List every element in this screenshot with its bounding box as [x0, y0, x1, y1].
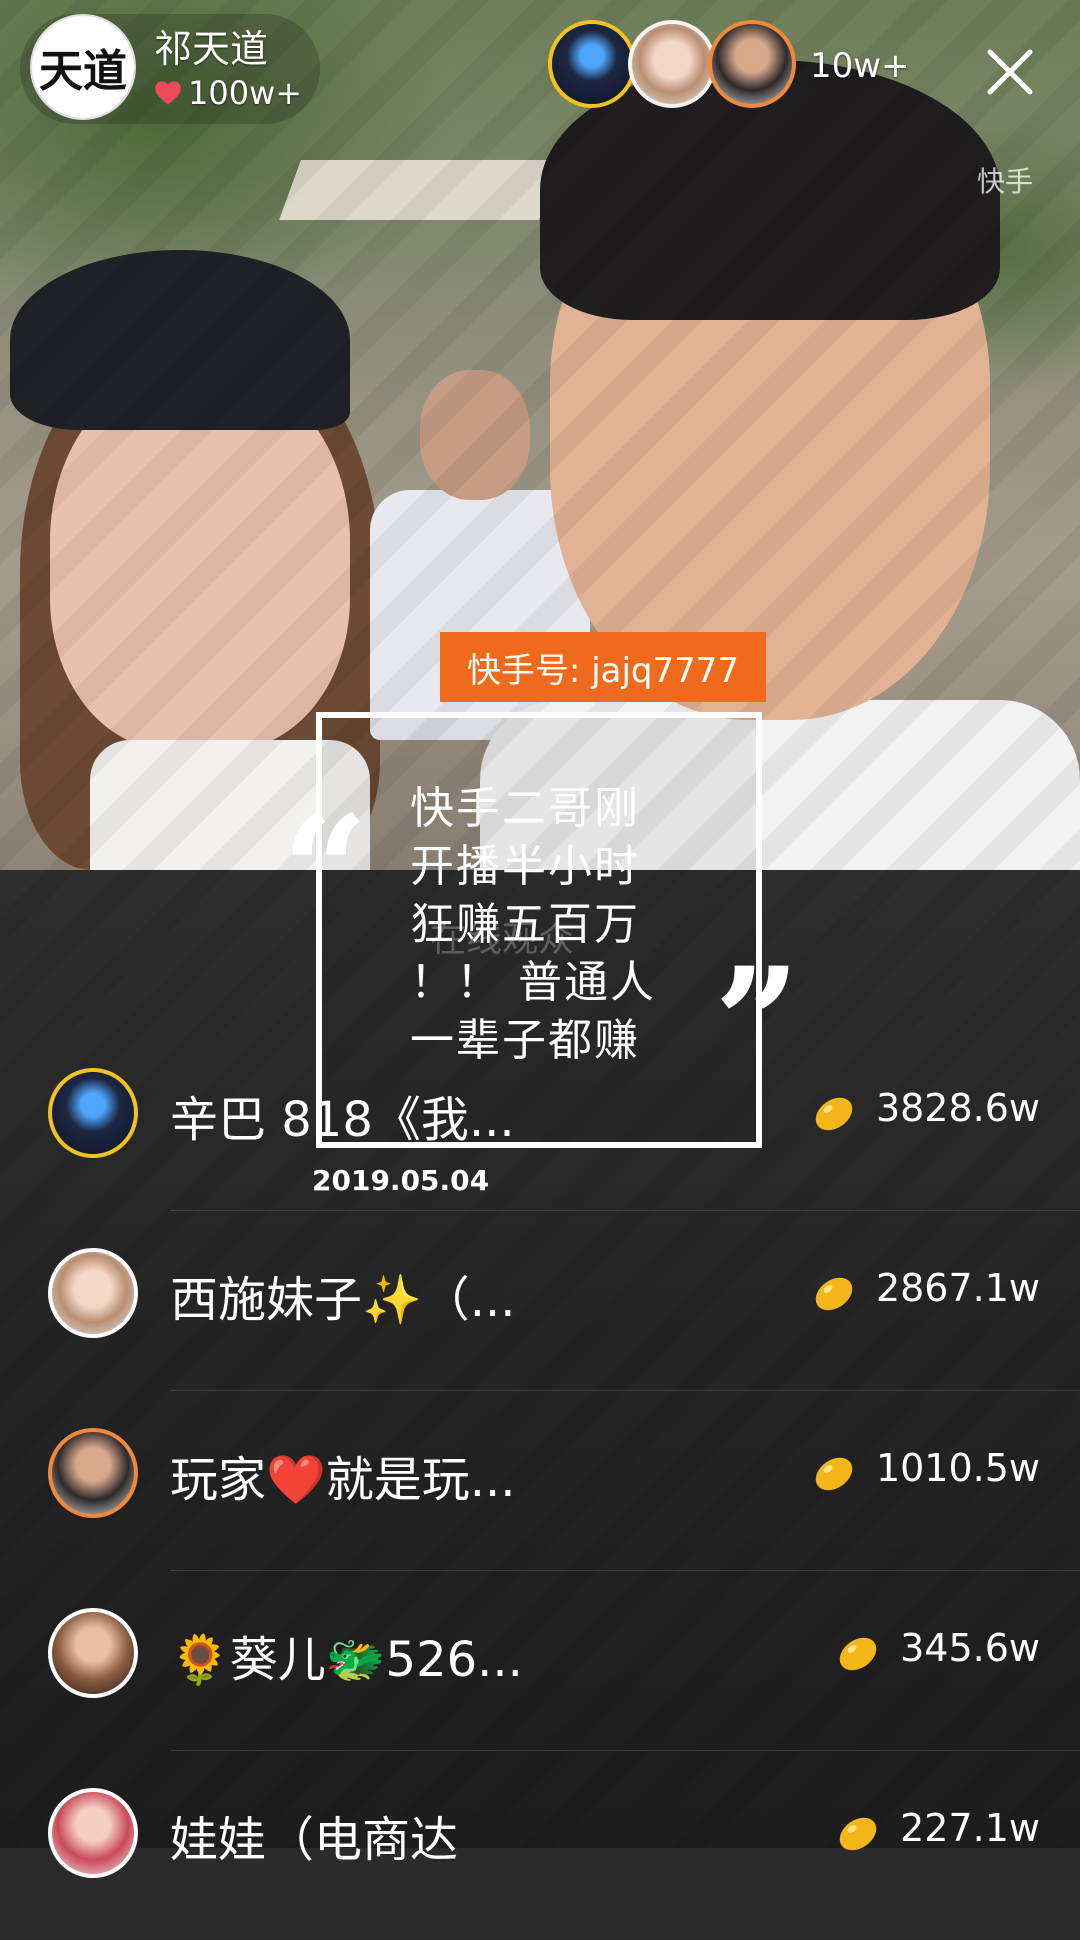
ranking-value: 227.1w [900, 1806, 1040, 1850]
ranking-value: 1010.5w [875, 1446, 1040, 1490]
host-likes-count: 100w+ [188, 74, 303, 112]
heart-icon [155, 81, 181, 105]
top-viewer-avatars [548, 20, 796, 108]
ranking-row[interactable]: 西施妹子✨（... 2867.1w [0, 1220, 1080, 1400]
quote-line: 开播半小时 [410, 841, 640, 892]
ranking-row[interactable]: 娃娃（电商达 227.1w [0, 1760, 1080, 1940]
ranking-value: 3828.6w [875, 1086, 1040, 1130]
top-viewer-avatar-1[interactable] [548, 20, 636, 108]
bean-icon [839, 1637, 877, 1671]
ranking-divider [170, 1570, 1080, 1571]
top-viewer-avatar-3[interactable] [708, 20, 796, 108]
ranking-row[interactable]: 辛巴 818《我... 3828.6w [0, 1040, 1080, 1220]
ranking-name: 玩家❤️就是玩... [170, 1452, 516, 1508]
account-id-badge: 快手号: jajq7777 [440, 632, 766, 702]
ranking-name: 辛巴 818《我... [170, 1092, 515, 1148]
host-avatar-logo: 天道 [39, 46, 127, 97]
quote-line: 狂赚五百万 [410, 899, 640, 950]
open-quote-mark: “ [282, 783, 369, 959]
ranking-avatar[interactable] [48, 1608, 138, 1698]
ranking-name: 🌻葵儿🐲526... [170, 1632, 523, 1688]
bean-icon [839, 1817, 877, 1851]
close-icon[interactable] [984, 46, 1036, 98]
ranking-avatar[interactable] [48, 1248, 138, 1338]
ranking-row[interactable]: 玩家❤️就是玩... 1010.5w [0, 1400, 1080, 1580]
quote-text: 快手二哥刚 开播半小时 狂赚五百万 ！！ 普通人 一辈子都赚 [410, 780, 680, 1070]
ranking-divider [170, 1390, 1080, 1391]
brand-watermark: 快手 [977, 165, 1034, 198]
bean-icon [815, 1457, 853, 1491]
host-avatar[interactable]: 天道 [30, 14, 136, 120]
bean-icon [815, 1097, 853, 1131]
quote-line: 快手二哥刚 [410, 783, 640, 834]
host-likes: 100w+ [154, 74, 302, 112]
host-name[interactable]: 祁天道 [154, 18, 268, 73]
ranking-divider [170, 1210, 1080, 1211]
top-viewer-avatar-2[interactable] [628, 20, 716, 108]
ranking-value: 2867.1w [875, 1266, 1040, 1310]
ranking-avatar[interactable] [48, 1068, 138, 1158]
ranking-name: 娃娃（电商达 [170, 1812, 459, 1868]
viewer-count[interactable]: 10w+ [810, 46, 910, 86]
ranking-value: 345.6w [900, 1626, 1040, 1670]
ranking-name: 西施妹子✨（... [170, 1272, 516, 1328]
ranking-row[interactable]: 🌻葵儿🐲526... 345.6w [0, 1580, 1080, 1760]
bean-icon [815, 1277, 853, 1311]
ranking-divider [170, 1750, 1080, 1751]
quote-line: ！！ 普通人 [410, 957, 656, 1008]
ranking-avatar[interactable] [48, 1428, 138, 1518]
ranking-avatar[interactable] [48, 1788, 138, 1878]
